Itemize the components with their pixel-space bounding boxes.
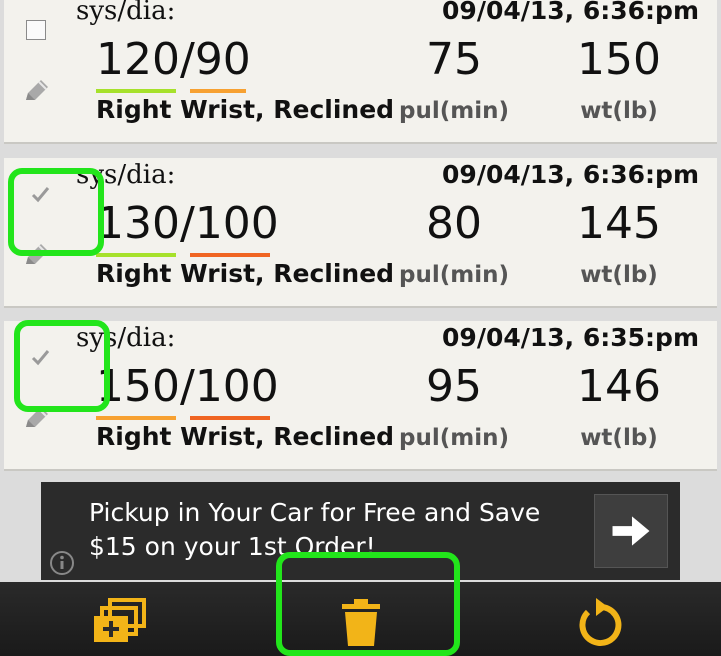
diastolic-value: 90	[194, 34, 251, 85]
add-multiple-icon[interactable]	[88, 590, 158, 650]
select-checkbox[interactable]	[26, 20, 46, 40]
info-icon[interactable]	[49, 550, 75, 576]
pulse-label: pul(min)	[399, 98, 509, 124]
sys-dia-label: sys/dia:	[76, 323, 176, 353]
weight-value: 146	[577, 361, 661, 412]
weight-label: wt(lb)	[580, 262, 658, 288]
undo-icon[interactable]	[566, 590, 636, 650]
blood-pressure-value: 150/100	[96, 361, 279, 413]
diastolic-value: 100	[194, 198, 279, 249]
check-icon[interactable]	[28, 345, 52, 369]
blood-pressure-value: 130/100	[96, 198, 279, 250]
pencil-icon[interactable]	[22, 240, 52, 270]
timestamp: 09/04/13, 6:35:pm	[442, 323, 699, 352]
bottom-toolbar	[0, 582, 721, 656]
reading-card[interactable]: sys/dia: 09/04/13, 6:36:pm 130/100 Right…	[4, 158, 717, 308]
weight-value: 145	[577, 198, 661, 249]
weight-value: 150	[577, 34, 661, 85]
weight-label: wt(lb)	[580, 98, 658, 124]
systolic-color-bar	[96, 253, 176, 257]
bp-separator: /	[179, 198, 195, 249]
systolic-value: 130	[96, 198, 180, 249]
ad-arrow-button[interactable]	[594, 494, 668, 568]
ad-text: Pickup in Your Car for Free and Save $15…	[89, 498, 541, 561]
reading-card[interactable]: sys/dia: 09/04/13, 6:35:pm 150/100 Right…	[4, 321, 717, 471]
measurement-position: Right Wrist, Reclined	[96, 422, 395, 451]
timestamp: 09/04/13, 6:36:pm	[442, 160, 699, 189]
blood-pressure-value: 120/90	[96, 34, 251, 86]
pulse-value: 80	[426, 198, 482, 249]
systolic-value: 150	[96, 361, 180, 412]
screen: sys/dia: 09/04/13, 6:36:pm 120/90 Right …	[0, 0, 721, 656]
diastolic-value: 100	[194, 361, 279, 412]
arrow-right-icon	[612, 516, 650, 546]
bp-separator: /	[179, 361, 195, 412]
measurement-position: Right Wrist, Reclined	[96, 95, 395, 124]
pulse-label: pul(min)	[399, 425, 509, 451]
sys-dia-label: sys/dia:	[76, 0, 176, 26]
diastolic-color-bar	[190, 89, 246, 93]
timestamp: 09/04/13, 6:36:pm	[442, 0, 699, 25]
diastolic-color-bar	[190, 416, 270, 420]
ad-banner[interactable]: Pickup in Your Car for Free and Save $15…	[41, 482, 680, 580]
trash-icon[interactable]	[326, 590, 396, 650]
sys-dia-label: sys/dia:	[76, 160, 176, 190]
systolic-value: 120	[96, 34, 180, 85]
pulse-value: 75	[426, 34, 482, 85]
pencil-icon[interactable]	[22, 76, 52, 106]
reading-card[interactable]: sys/dia: 09/04/13, 6:36:pm 120/90 Right …	[4, 0, 717, 144]
pulse-label: pul(min)	[399, 262, 509, 288]
check-icon[interactable]	[28, 182, 52, 206]
bp-separator: /	[179, 34, 195, 85]
diastolic-color-bar	[190, 253, 270, 257]
measurement-position: Right Wrist, Reclined	[96, 259, 395, 288]
systolic-color-bar	[96, 416, 176, 420]
pencil-icon[interactable]	[22, 403, 52, 433]
weight-label: wt(lb)	[580, 425, 658, 451]
pulse-value: 95	[426, 361, 482, 412]
systolic-color-bar	[96, 89, 176, 93]
